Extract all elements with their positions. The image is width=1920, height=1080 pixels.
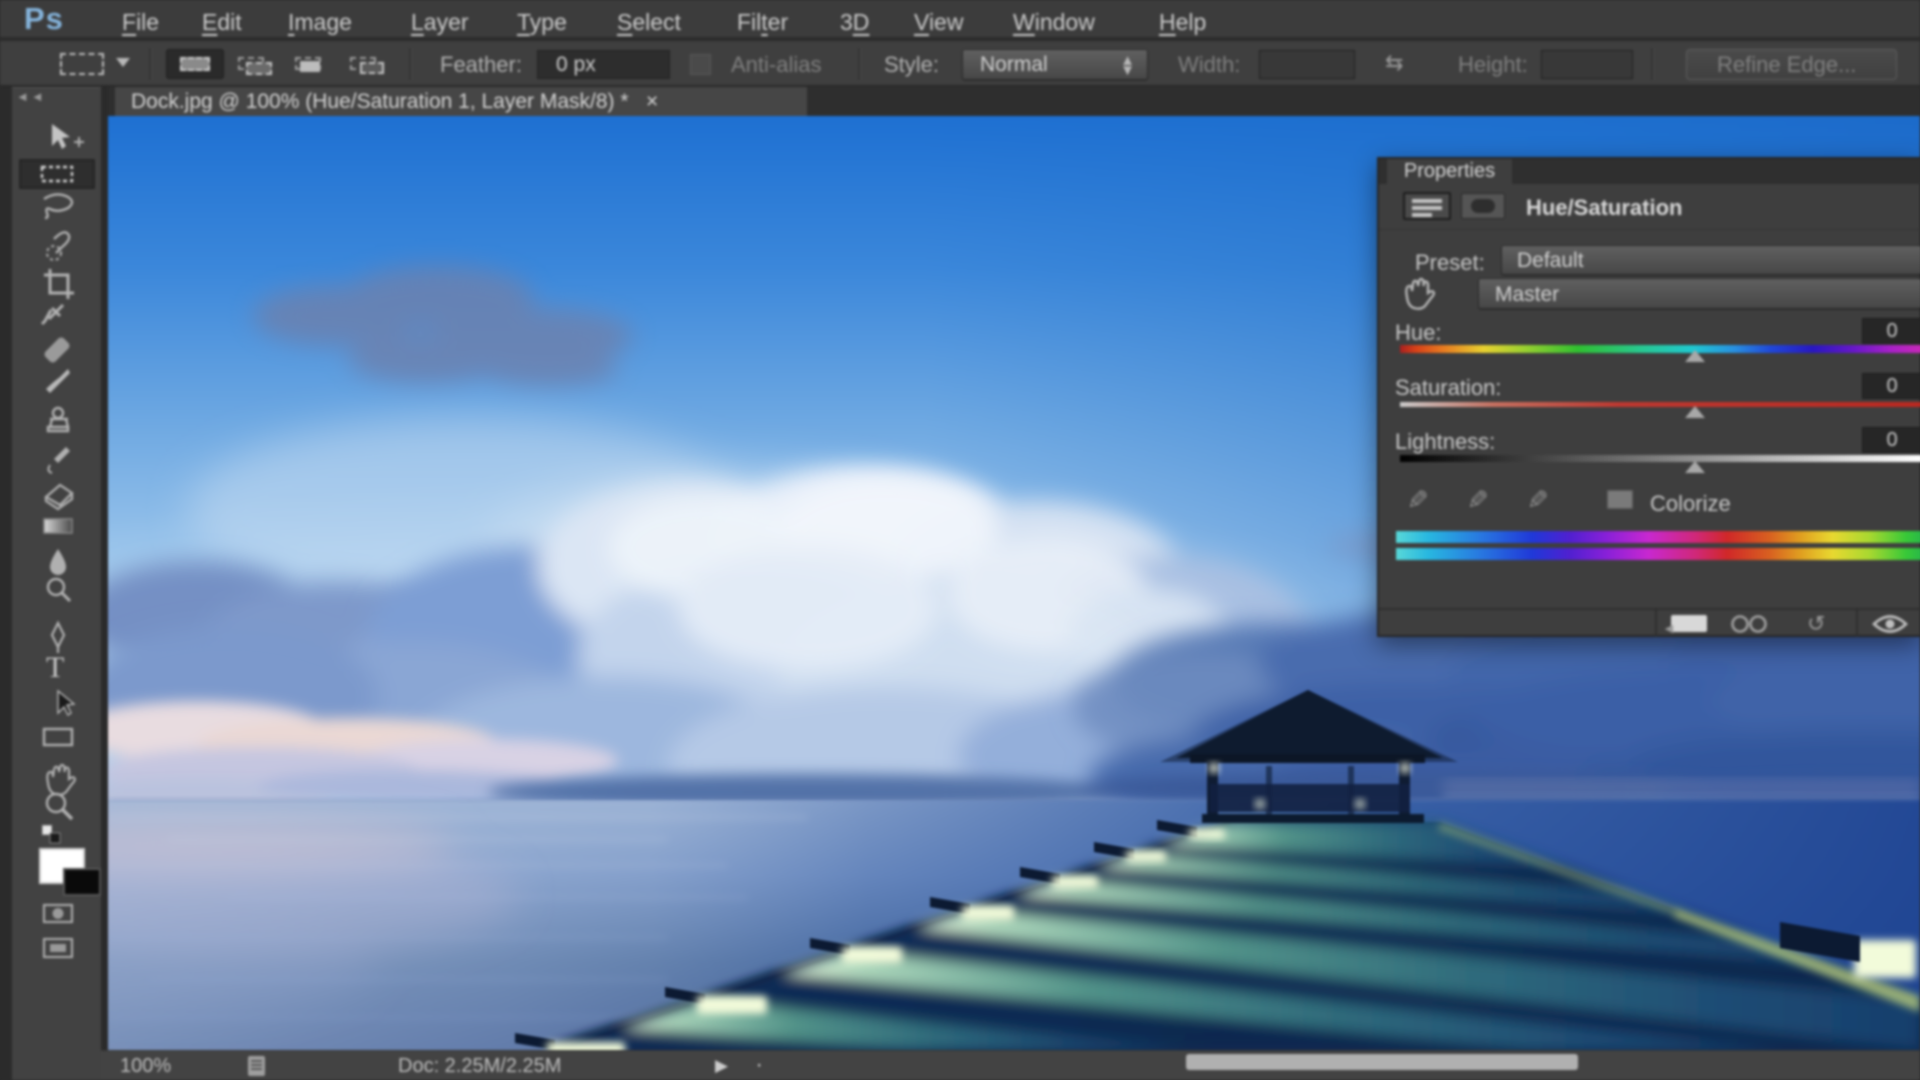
svg-text:T: T xyxy=(46,651,64,684)
